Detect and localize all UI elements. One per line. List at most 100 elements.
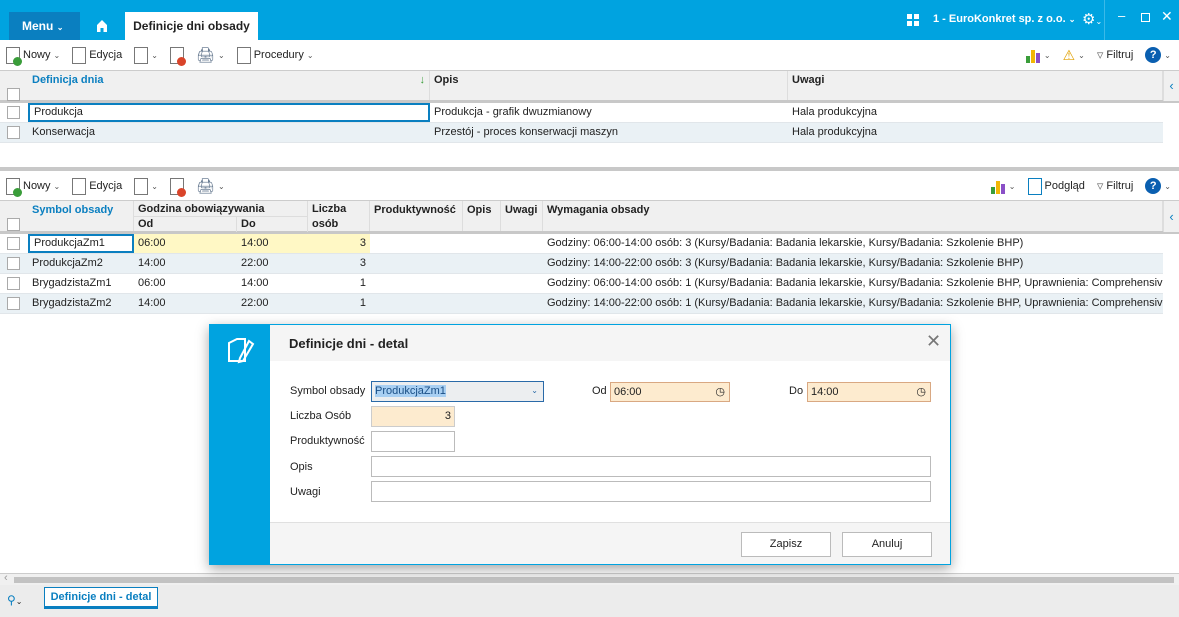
company-selector[interactable]: 1 - EuroKonkret sp. z o.o. ⌄ (933, 13, 1075, 25)
column-od[interactable]: Od (134, 217, 237, 232)
select-all-checkbox[interactable] (7, 88, 20, 101)
row-checkbox[interactable] (7, 126, 20, 139)
cell-definicja[interactable]: Produkcja (28, 103, 430, 122)
menu-button[interactable]: Menu ⌄ (9, 12, 80, 40)
cell-symbol[interactable]: BrygadzistaZm2 (28, 294, 134, 313)
select-all-checkbox[interactable] (7, 218, 20, 231)
delete-button[interactable] (169, 177, 186, 197)
filter-button[interactable]: ▿ Filtruj (1097, 178, 1133, 194)
column-definicja-dnia[interactable]: Definicja dnia ↓ (28, 71, 430, 100)
help-button[interactable]: ? ⌄ (1145, 178, 1171, 194)
column-opis[interactable]: Opis (463, 201, 501, 231)
apps-grid-icon[interactable] (907, 14, 919, 26)
cell-liczba: 1 (359, 297, 366, 309)
column-uwagi[interactable]: Uwagi (501, 201, 543, 231)
column-produktywnosc[interactable]: Produktywność (370, 201, 463, 231)
cell-definicja: Konserwacja (32, 126, 95, 138)
cell-symbol[interactable]: ProdukcjaZm2 (28, 254, 134, 273)
od-time-input[interactable]: 06:00 ◷ (610, 382, 730, 402)
cell-liczba: 3 (308, 234, 370, 253)
help-button[interactable]: ? ⌄ (1145, 47, 1171, 63)
chevron-down-icon: ⌄ (56, 23, 64, 32)
column-symbol-obsady[interactable]: Symbol obsady (28, 201, 134, 231)
cell-opis: Przestój - proces konserwacji maszyn (434, 126, 619, 138)
settings-warning-button[interactable]: ⚠ ⌄ (1063, 47, 1085, 64)
column-wymagania[interactable]: Wymagania obsady (543, 201, 1163, 231)
table-row[interactable]: Konserwacja Przestój - proces konserwacji… (0, 123, 1163, 143)
edit-button[interactable]: Edycja (72, 46, 122, 64)
procedures-button[interactable]: Procedury ⌄ (236, 46, 314, 64)
grid1-body: Produkcja Produkcja - grafik dwuzmianowy H… (0, 103, 1179, 143)
column-do[interactable]: Do (237, 217, 308, 232)
row-checkbox[interactable] (7, 297, 20, 310)
chart-button[interactable]: ⌄ (990, 179, 1016, 194)
liczba-osob-label: Liczba Osób (290, 410, 352, 422)
column-liczba-osob[interactable]: Liczba osób (308, 201, 370, 231)
save-button[interactable]: Zapisz (741, 532, 831, 557)
procedures-icon (236, 46, 251, 64)
column-uwagi[interactable]: Uwagi (788, 71, 1163, 100)
search-window-icon[interactable]: ⚲⌄ (7, 593, 23, 607)
procedures-label: Procedury (253, 49, 304, 61)
gear-icon[interactable]: ⚙⌄ (1082, 10, 1102, 28)
cell-od: 14:00 (138, 257, 166, 269)
row-checkbox[interactable] (7, 106, 20, 119)
cell-symbol[interactable]: BrygadzistaZm1 (28, 274, 134, 293)
produktywnosc-input[interactable] (371, 431, 455, 452)
window-tab-detal[interactable]: Definicje dni - detal (44, 587, 158, 609)
table-row[interactable]: ProdukcjaZm2 14:00 22:00 3 Godziny: 14:00-22… (0, 254, 1163, 274)
opis-input[interactable] (371, 456, 931, 477)
symbol-obsady-select[interactable]: ProdukcjaZm1 ⌄ (371, 381, 544, 402)
row-checkbox[interactable] (7, 237, 20, 250)
scrollbar-thumb[interactable] (14, 577, 1174, 583)
close-icon[interactable]: ✕ (926, 331, 941, 352)
table-row[interactable]: BrygadzistaZm2 14:00 22:00 1 Godziny: 14:00-… (0, 294, 1163, 314)
preview-button[interactable]: Podgląd (1027, 177, 1085, 195)
uwagi-input[interactable] (371, 481, 931, 502)
bottom-bar: ⚲⌄ Definicje dni - detal (0, 585, 1179, 617)
column-opis[interactable]: Opis (430, 71, 788, 100)
close-window-button[interactable]: ✕ (1161, 8, 1173, 25)
home-icon[interactable] (90, 14, 114, 38)
tab-definicje-dni-obsady[interactable]: Definicje dni obsady (125, 12, 258, 40)
table-row[interactable]: ProdukcjaZm1 06:00 14:00 3 Godziny: 06:00-14… (0, 234, 1163, 254)
horizontal-scrollbar[interactable]: ‹ (0, 572, 1179, 585)
cell-wymagania: Godziny: 06:00-14:00 osób: 1 (Kursy/Bada… (547, 277, 1163, 289)
do-value: 14:00 (811, 386, 839, 398)
row-checkbox[interactable] (7, 277, 20, 290)
cell-do: 14:00 (241, 277, 269, 289)
new-button[interactable]: Nowy ⌄ (6, 177, 60, 197)
collapse-panel-icon[interactable]: ‹ (1163, 201, 1179, 232)
print-button[interactable]: 🖨 ⌄ (196, 177, 225, 195)
chart-button[interactable]: ⌄ (1025, 48, 1051, 63)
collapse-panel-icon[interactable]: ‹ (1163, 71, 1179, 101)
cancel-button[interactable]: Anuluj (842, 532, 932, 557)
liczba-osob-input[interactable]: 3 (371, 406, 455, 427)
maximize-button[interactable] (1141, 13, 1150, 22)
filter-button[interactable]: ▿ Filtruj (1097, 47, 1133, 63)
divider (1104, 0, 1105, 40)
toolbar-bottom: Nowy ⌄ Edycja ⌄ 🖨 ⌄ ⌄ Podgląd ▿ Filtruj ? ⌄ (0, 172, 1179, 200)
table-row[interactable]: BrygadzistaZm1 06:00 14:00 1 Godziny: 06:00-… (0, 274, 1163, 294)
filter-icon: ▿ (1096, 178, 1104, 193)
do-label: Do (789, 385, 804, 397)
search-button[interactable]: ⌄ (134, 177, 158, 195)
splitter[interactable] (0, 167, 1179, 171)
opis-label: Opis (290, 461, 313, 473)
cell-symbol[interactable]: ProdukcjaZm1 (28, 234, 134, 253)
search-button[interactable]: ⌄ (134, 46, 158, 64)
do-time-input[interactable]: 14:00 ◷ (807, 382, 931, 402)
clock-icon[interactable]: ◷ (715, 383, 725, 401)
print-button[interactable]: 🖨 ⌄ (196, 46, 225, 64)
row-checkbox[interactable] (7, 257, 20, 270)
scroll-left-icon[interactable]: ‹ (4, 572, 8, 584)
table-row[interactable]: Produkcja Produkcja - grafik dwuzmianowy H… (0, 103, 1163, 123)
cell-od: 06:00 (138, 277, 166, 289)
column-label: Definicja dnia (32, 74, 104, 86)
clock-icon[interactable]: ◷ (916, 383, 926, 401)
minimize-button[interactable]: – (1118, 8, 1125, 23)
delete-button[interactable] (169, 46, 186, 66)
edit-button[interactable]: Edycja (72, 177, 122, 195)
settings-warning-icon: ⚠ (1062, 46, 1076, 63)
new-button[interactable]: Nowy ⌄ (6, 46, 60, 66)
